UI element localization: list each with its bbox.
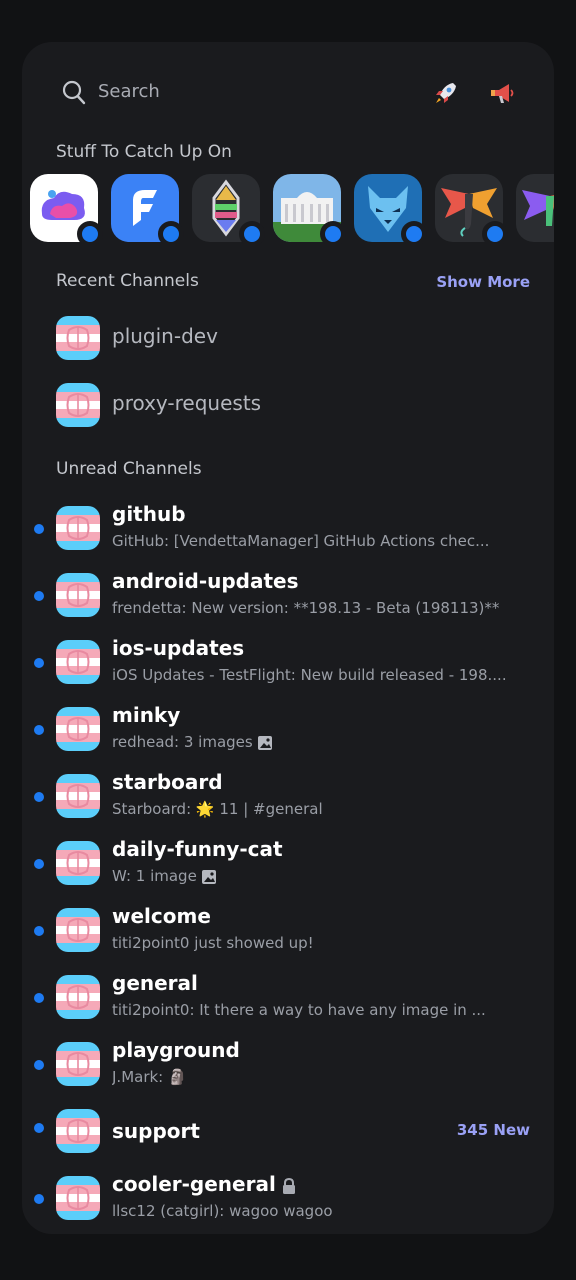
- server-flag-icon: [56, 640, 100, 684]
- image-icon: [201, 869, 216, 884]
- unread-indicator: [482, 221, 508, 244]
- channel-name: starboard: [112, 770, 223, 794]
- channel-name: ios-updates: [112, 636, 245, 660]
- unread-indicator: [34, 792, 44, 802]
- server-flag-icon: [56, 975, 100, 1019]
- server-item[interactable]: [192, 174, 265, 244]
- channel-name: minky: [112, 703, 181, 727]
- server-item[interactable]: [354, 174, 427, 244]
- server-flag-icon: [56, 707, 100, 751]
- server-flag-icon: [56, 1109, 100, 1153]
- unread-channel-item[interactable]: welcome titi2point0 just showed up!: [22, 904, 554, 960]
- channel-preview: titi2point0 just showed up!: [112, 934, 314, 952]
- unread-indicator: [34, 725, 44, 735]
- channel-name: daily-funny-cat: [112, 837, 283, 861]
- unread-indicator: [320, 221, 346, 244]
- rainbow-dragon-icon: [516, 174, 554, 242]
- server-item[interactable]: [516, 174, 554, 242]
- channel-name: plugin-dev: [112, 324, 218, 348]
- server-flag-icon: [56, 1176, 100, 1220]
- catch-up-heading: Stuff To Catch Up On: [56, 142, 232, 162]
- channel-preview: frendetta: New version: **198.13 - Beta …: [112, 599, 500, 617]
- show-more-button[interactable]: Show More: [436, 273, 530, 291]
- unread-channel-item[interactable]: starboard Starboard: 🌟 11 | #general: [22, 770, 554, 826]
- unread-indicator: [34, 1060, 44, 1070]
- image-icon: [257, 735, 272, 750]
- server-item[interactable]: [111, 174, 184, 244]
- channel-name: proxy-requests: [112, 391, 262, 415]
- preview-text: Starboard:: [112, 800, 196, 818]
- search-bar[interactable]: Search: [22, 70, 554, 116]
- unread-channel-item[interactable]: playground J.Mark: 🗿: [22, 1038, 554, 1094]
- unread-channel-item[interactable]: github GitHub: [VendettaManager] GitHub …: [22, 502, 554, 558]
- unread-indicator: [34, 1194, 44, 1204]
- recent-channels-heading: Recent Channels: [56, 271, 199, 291]
- search-label: Search: [98, 81, 160, 102]
- unread-channel-item[interactable]: android-updates frendetta: New version: …: [22, 569, 554, 625]
- star-emoji: 🌟: [195, 800, 215, 818]
- channel-preview: redhead: 3 images: [112, 733, 532, 751]
- server-flag-icon: [56, 316, 100, 360]
- channel-preview: llsc12 (catgirl): wagoo wagoo: [112, 1202, 333, 1220]
- channel-name: support: [112, 1119, 200, 1143]
- server-strip: [30, 174, 554, 244]
- server-flag-icon: [56, 774, 100, 818]
- server-flag-icon: [56, 908, 100, 952]
- channel-name: playground: [112, 1038, 240, 1062]
- unread-indicator: [401, 221, 427, 244]
- channel-preview: titi2point0: It there a way to have any …: [112, 1001, 486, 1019]
- channel-name: cooler-general: [112, 1172, 296, 1196]
- channel-name: welcome: [112, 904, 211, 928]
- unread-indicator: [34, 926, 44, 936]
- new-messages-badge: 345 New: [456, 1121, 530, 1139]
- channel-preview: GitHub: [VendettaManager] GitHub Actions…: [112, 532, 490, 550]
- unread-channel-item[interactable]: general titi2point0: It there a way to h…: [22, 971, 554, 1027]
- catch-up-panel: Search Stuff To Catch Up On Recent Chann…: [22, 42, 554, 1234]
- unread-channel-item[interactable]: cooler-general llsc12 (catgirl): wagoo w…: [22, 1172, 554, 1228]
- server-flag-icon: [56, 383, 100, 427]
- unread-indicator: [34, 524, 44, 534]
- channel-preview: iOS Updates - TestFlight: New build rele…: [112, 666, 507, 684]
- unread-indicator: [34, 591, 44, 601]
- unread-channel-item[interactable]: ios-updates iOS Updates - TestFlight: Ne…: [22, 636, 554, 692]
- unread-indicator: [34, 658, 44, 668]
- unread-indicator: [158, 221, 184, 244]
- server-flag-icon: [56, 1042, 100, 1086]
- channel-name-text: cooler-general: [112, 1172, 276, 1196]
- channel-name: android-updates: [112, 569, 299, 593]
- channel-name: general: [112, 971, 198, 995]
- channel-preview: W: 1 image: [112, 867, 532, 885]
- channel-preview: Starboard: 🌟 11 | #general: [112, 800, 532, 818]
- recent-channel-item[interactable]: plugin-dev: [22, 312, 554, 368]
- unread-indicator: [77, 221, 103, 244]
- unread-indicator: [34, 993, 44, 1003]
- megaphone-icon[interactable]: [488, 79, 516, 107]
- preview-text: redhead: 3 images: [112, 733, 253, 751]
- unread-indicator: [34, 859, 44, 869]
- lock-icon: [282, 1177, 295, 1194]
- preview-text: 11 | #general: [214, 800, 323, 818]
- server-item[interactable]: [435, 174, 508, 244]
- unread-indicator: [34, 1123, 44, 1133]
- channel-name: github: [112, 502, 186, 526]
- server-flag-icon: [56, 506, 100, 550]
- unread-channel-item[interactable]: support 345 New: [22, 1105, 554, 1161]
- channel-preview: J.Mark: 🗿: [112, 1068, 187, 1086]
- server-flag-icon: [56, 573, 100, 617]
- search-icon: [62, 80, 86, 105]
- rocket-icon[interactable]: [432, 79, 460, 107]
- unread-indicator: [239, 221, 265, 244]
- server-item[interactable]: [30, 174, 103, 244]
- recent-channel-item[interactable]: proxy-requests: [22, 379, 554, 435]
- preview-text: W: 1 image: [112, 867, 197, 885]
- server-flag-icon: [56, 841, 100, 885]
- unread-channels-heading: Unread Channels: [56, 459, 202, 479]
- unread-channel-item[interactable]: minky redhead: 3 images: [22, 703, 554, 759]
- unread-channel-item[interactable]: daily-funny-cat W: 1 image: [22, 837, 554, 893]
- server-item[interactable]: [273, 174, 346, 244]
